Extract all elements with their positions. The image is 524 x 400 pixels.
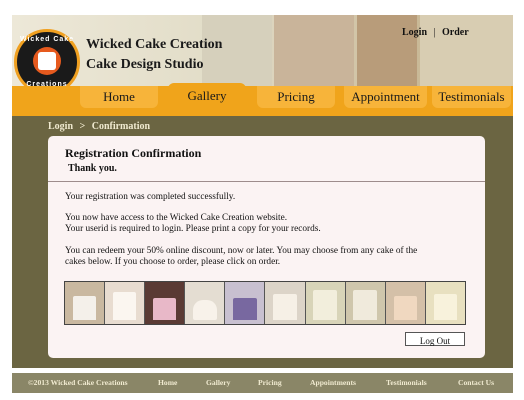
- message-discount: You can redeem your 50% online discount,…: [65, 246, 418, 256]
- message-success: Your registration was completed successf…: [65, 192, 236, 202]
- footer-link-gallery[interactable]: Gallery: [206, 378, 230, 387]
- top-links: Login | Order: [402, 27, 469, 38]
- tab-gallery[interactable]: Gallery: [168, 83, 246, 108]
- footer-link-home[interactable]: Home: [158, 378, 177, 387]
- cake-thumbnail[interactable]: [305, 282, 346, 324]
- cake-thumbnail[interactable]: [225, 282, 266, 324]
- message-access: You now have access to the Wicked Cake C…: [65, 213, 288, 223]
- breadcrumb-login[interactable]: Login: [48, 121, 73, 132]
- tiered-cake-icon: [433, 294, 458, 320]
- breadcrumb: Login > Confirmation: [48, 121, 150, 132]
- message-userid: Your userid is required to login. Please…: [65, 224, 321, 234]
- breadcrumb-current: Confirmation: [91, 121, 151, 132]
- tab-home[interactable]: Home: [80, 86, 158, 108]
- cake-thumbnail[interactable]: [265, 282, 306, 324]
- tiered-cake-icon: [353, 290, 377, 320]
- cake-thumbnail[interactable]: [145, 282, 186, 324]
- footer-bar: ©2013 Wicked Cake Creations Home Gallery…: [12, 373, 513, 393]
- cake-thumbnail[interactable]: [185, 282, 226, 324]
- page-title: Registration Confirmation: [65, 146, 202, 160]
- tiered-cake-icon: [313, 290, 337, 320]
- cake-thumbnail[interactable]: [105, 282, 146, 324]
- footer-link-pricing[interactable]: Pricing: [258, 378, 282, 387]
- tiered-cake-icon: [112, 292, 137, 320]
- cake-thumbnail[interactable]: [385, 282, 426, 324]
- cake-icon: [38, 52, 56, 70]
- login-link[interactable]: Login: [402, 27, 427, 38]
- message-order: cakes below. If you choose to order, ple…: [65, 257, 281, 267]
- brand-name: Wicked Cake Creation: [86, 37, 223, 52]
- tab-appointment[interactable]: Appointment: [344, 86, 427, 108]
- brand-tagline: Cake Design Studio: [86, 57, 204, 72]
- cake-thumbnail[interactable]: [65, 282, 106, 324]
- footer-link-appointments[interactable]: Appointments: [310, 378, 356, 387]
- divider: [48, 181, 485, 182]
- confirmation-panel: Registration Confirmation Thank you. You…: [48, 136, 485, 358]
- main-nav: Home Gallery Pricing Appointment Testimo…: [12, 83, 513, 116]
- flower-cake-icon: [233, 298, 257, 320]
- logo-top-text: Wicked Cake: [19, 36, 75, 43]
- log-out-button[interactable]: Log Out: [405, 332, 465, 346]
- teapot-cake-icon: [193, 300, 217, 320]
- top-links-separator: |: [433, 27, 436, 38]
- flower-cake-icon: [393, 296, 418, 320]
- footer-link-contact-us[interactable]: Contact Us: [458, 378, 494, 387]
- tab-pricing[interactable]: Pricing: [257, 86, 335, 108]
- tab-testimonials[interactable]: Testimonials: [432, 86, 511, 108]
- cake-gallery-strip: [64, 281, 466, 325]
- footer-link-testimonials[interactable]: Testimonials: [386, 378, 427, 387]
- cake-thumbnail[interactable]: [425, 282, 465, 324]
- breadcrumb-separator: >: [79, 121, 86, 132]
- footer-copyright: ©2013 Wicked Cake Creations: [28, 378, 128, 387]
- cake-thumbnail[interactable]: [345, 282, 386, 324]
- tiered-cake-icon: [72, 296, 97, 320]
- tiered-cake-icon: [273, 294, 297, 320]
- flower-cake-icon: [153, 298, 177, 320]
- thank-you-text: Thank you.: [68, 163, 117, 174]
- order-link[interactable]: Order: [442, 27, 469, 38]
